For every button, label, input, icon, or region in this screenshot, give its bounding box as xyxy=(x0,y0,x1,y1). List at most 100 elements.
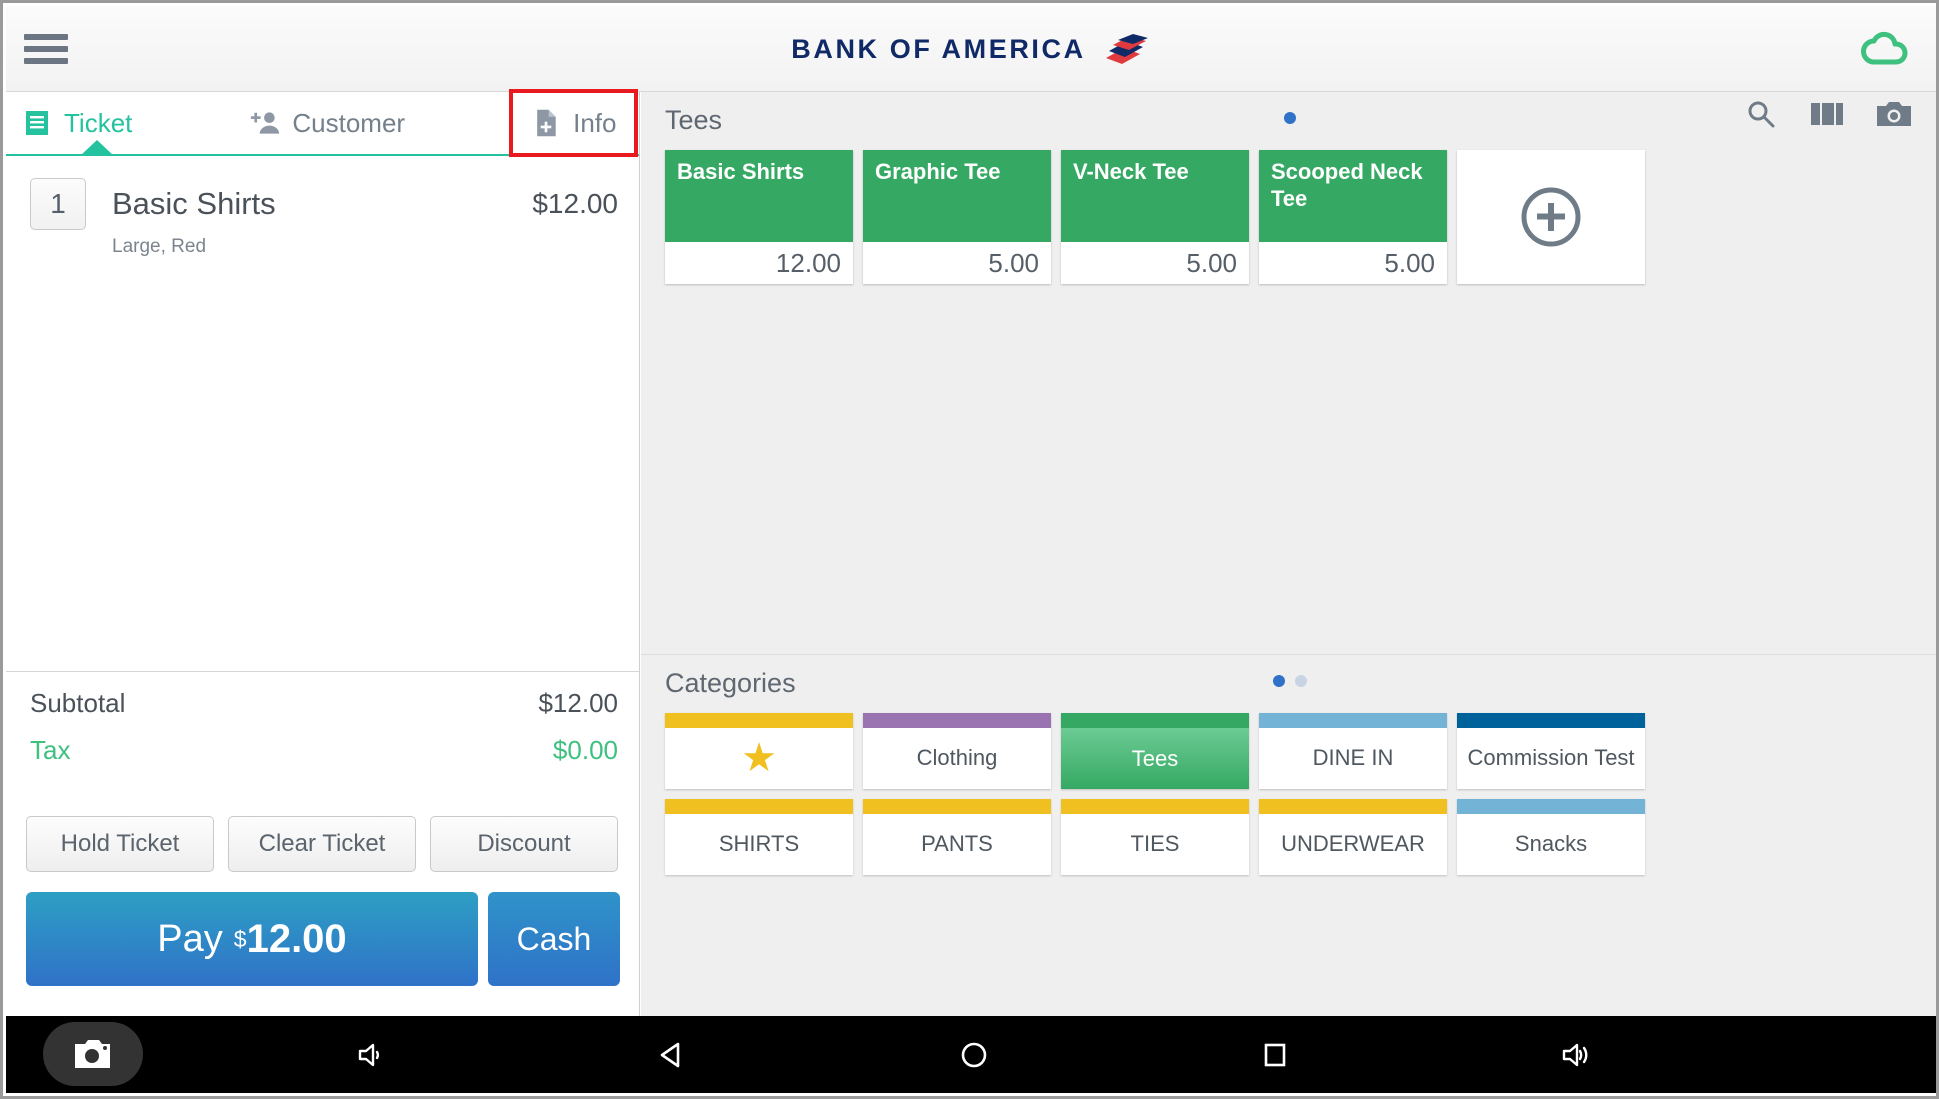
line-quantity[interactable]: 1 xyxy=(30,178,86,230)
category-tile-label: Commission Test xyxy=(1467,745,1635,770)
android-navigation-bar xyxy=(6,1016,1936,1093)
tab-ticket-label: Ticket xyxy=(64,107,133,138)
product-tile[interactable]: Graphic Tee 5.00 xyxy=(863,150,1051,284)
nav-key-row xyxy=(6,1016,1936,1093)
product-tile-name: Graphic Tee xyxy=(863,150,1051,242)
categories-section-header: Categories xyxy=(641,655,1936,711)
product-tile[interactable]: V-Neck Tee 5.00 xyxy=(1061,150,1249,284)
category-tile-commission-test[interactable]: Commission Test xyxy=(1457,713,1645,789)
search-icon[interactable] xyxy=(1745,98,1777,130)
receipt-icon xyxy=(26,111,48,135)
category-color-bar xyxy=(863,713,1051,728)
pager-dot xyxy=(1295,675,1307,687)
category-tile-label: Snacks xyxy=(1514,831,1588,856)
cash-button-label: Cash xyxy=(516,920,592,957)
products-section-header: Tees xyxy=(641,92,1936,148)
tab-customer[interactable]: Customer xyxy=(250,91,405,155)
bank-of-america-logo: BANK OF AMERICA xyxy=(6,6,1936,92)
subtotal-label: Subtotal xyxy=(30,688,126,718)
product-tile-name: Basic Shirts xyxy=(665,150,853,242)
clear-ticket-button[interactable]: Clear Ticket xyxy=(228,816,416,872)
product-tile-price: 5.00 xyxy=(1384,247,1435,278)
line-item-modifier: Large, Red xyxy=(112,236,207,257)
add-product-tile[interactable] xyxy=(1457,150,1645,284)
brand-wordmark: BANK OF AMERICA xyxy=(791,33,1086,64)
category-tile-label: Tees xyxy=(1061,728,1249,789)
category-color-bar xyxy=(1457,713,1645,728)
pager-dot xyxy=(1284,112,1296,124)
tab-selected-indicator xyxy=(80,140,114,156)
volume-down-icon[interactable] xyxy=(356,1040,386,1070)
category-tile-label: Clothing xyxy=(916,745,998,770)
line-item-name: Basic Shirts xyxy=(112,186,276,221)
line-item-price: $12.00 xyxy=(532,188,618,219)
category-color-bar xyxy=(1457,799,1645,814)
category-color-bar xyxy=(1259,713,1447,728)
product-tile-price: 12.00 xyxy=(775,247,841,278)
payment-buttons: Pay $ 12.00 Cash xyxy=(26,892,620,986)
camera-icon[interactable] xyxy=(1877,100,1911,128)
view-columns-icon[interactable] xyxy=(1811,101,1843,127)
tablet-screen: BANK OF AMERICA Ticket Customer Info 1 B… xyxy=(0,0,1939,1099)
catalog-panel: Tees Basic Shirts 12.00 Graphic Tee 5.00… xyxy=(641,92,1936,1022)
category-color-bar xyxy=(665,713,853,728)
discount-button[interactable]: Discount xyxy=(430,816,618,872)
tax-value: $0.00 xyxy=(552,735,618,765)
subtotal-row: Subtotal $12.00 xyxy=(30,672,618,719)
category-tile-tees[interactable]: Tees xyxy=(1061,713,1249,789)
pay-currency-symbol: $ xyxy=(233,925,247,952)
bank-of-america-flag-icon xyxy=(1105,34,1148,64)
pay-amount: 12.00 xyxy=(246,916,347,961)
star-icon: ★ xyxy=(741,736,777,780)
category-tile-snacks[interactable]: Snacks xyxy=(1457,799,1645,875)
categories-pager-dots xyxy=(641,675,1936,687)
category-tile-grid: ★ Clothing Tees DINE IN Commission Test xyxy=(665,713,1645,875)
plus-circle-icon xyxy=(1521,187,1581,247)
tab-info[interactable]: Info xyxy=(509,89,639,157)
volume-up-icon[interactable] xyxy=(1560,1040,1590,1070)
category-tile-underwear[interactable]: UNDERWEAR xyxy=(1259,799,1447,875)
hold-ticket-button[interactable]: Hold Ticket xyxy=(26,816,214,872)
recents-icon[interactable] xyxy=(1260,1040,1290,1070)
pager-dot xyxy=(1273,675,1285,687)
category-color-bar xyxy=(1259,799,1447,814)
tab-info-label: Info xyxy=(573,107,617,138)
product-tile-price: 5.00 xyxy=(1186,247,1237,278)
add-person-icon xyxy=(251,112,280,134)
product-tile[interactable]: Basic Shirts 12.00 xyxy=(665,150,853,284)
category-tile-dine-in[interactable]: DINE IN xyxy=(1259,713,1447,789)
category-tile-shirts[interactable]: SHIRTS xyxy=(665,799,853,875)
ticket-line-item[interactable]: 1 Basic Shirts Large, Red $12.00 xyxy=(6,156,640,258)
category-tile-label: PANTS xyxy=(921,831,993,856)
tab-ticket[interactable]: Ticket xyxy=(22,91,132,155)
ticket-action-buttons: Hold Ticket Clear Ticket Discount xyxy=(6,816,640,872)
cloud-icon[interactable] xyxy=(1857,24,1913,74)
category-tile-label: DINE IN xyxy=(1312,745,1394,770)
category-tile-clothing[interactable]: Clothing xyxy=(863,713,1051,789)
category-tile-label: UNDERWEAR xyxy=(1281,831,1425,856)
tab-customer-label: Customer xyxy=(292,107,406,138)
category-tile-pants[interactable]: PANTS xyxy=(863,799,1051,875)
category-tile-label: TIES xyxy=(1130,831,1180,856)
back-icon[interactable] xyxy=(656,1039,688,1071)
category-color-bar xyxy=(665,799,853,814)
category-tile-ties[interactable]: TIES xyxy=(1061,799,1249,875)
tax-row[interactable]: Tax $0.00 xyxy=(30,719,618,766)
subtotal-value: $12.00 xyxy=(538,688,618,718)
pay-button[interactable]: Pay $ 12.00 xyxy=(26,892,478,986)
category-color-bar xyxy=(1061,713,1249,728)
product-tile[interactable]: Scooped Neck Tee 5.00 xyxy=(1259,150,1447,284)
product-tile-price: 5.00 xyxy=(988,247,1039,278)
category-tile-favorites[interactable]: ★ xyxy=(665,713,853,789)
product-tile-name: Scooped Neck Tee xyxy=(1259,150,1447,242)
app-bar: BANK OF AMERICA xyxy=(6,6,1936,92)
category-tile-label: SHIRTS xyxy=(718,831,800,856)
product-tile-name: V-Neck Tee xyxy=(1061,150,1249,242)
categories-section-title: Categories xyxy=(665,667,796,698)
cash-button[interactable]: Cash xyxy=(488,892,620,986)
pay-button-label: Pay xyxy=(157,917,223,960)
catalog-header-icons xyxy=(1745,98,1911,130)
home-icon[interactable] xyxy=(958,1039,990,1071)
products-section-title: Tees xyxy=(665,104,723,135)
ticket-panel: Ticket Customer Info 1 Basic Shirts Larg… xyxy=(6,89,640,1022)
